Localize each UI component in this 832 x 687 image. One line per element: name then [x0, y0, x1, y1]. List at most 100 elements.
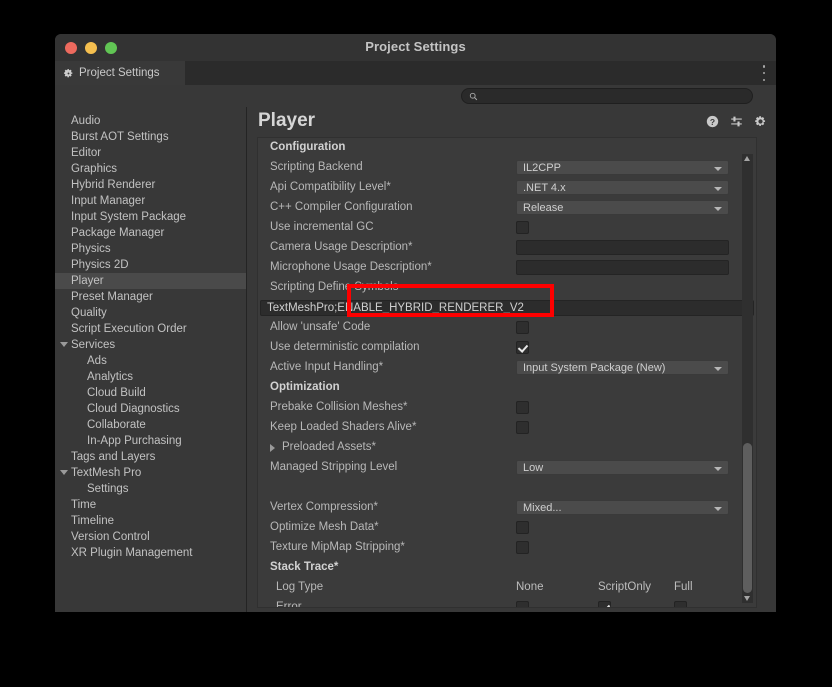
sidebar-item-timeline[interactable]: Timeline — [55, 513, 246, 529]
dropdown-scripting-backend[interactable]: IL2CPP — [516, 160, 729, 175]
setting-row-preloaded-assets: Preloaded Assets* — [258, 438, 756, 458]
checkbox-use-deterministic-compilation[interactable] — [516, 341, 529, 354]
sidebar-item-ads[interactable]: Ads — [55, 353, 246, 369]
column-header-none: None — [516, 581, 544, 593]
search-input[interactable] — [481, 90, 731, 102]
sidebar-item-audio[interactable]: Audio — [55, 113, 246, 129]
sidebar-item-quality[interactable]: Quality — [55, 305, 246, 321]
sidebar-item-input-system-package[interactable]: Input System Package — [55, 209, 246, 225]
checkbox-prebake-collision-meshes[interactable] — [516, 401, 529, 414]
sidebar-item-version-control[interactable]: Version Control — [55, 529, 246, 545]
sidebar-item-label: Input Manager — [71, 195, 146, 207]
checkbox-keep-loaded-shaders-alive[interactable] — [516, 421, 529, 434]
tab-label: Project Settings — [79, 67, 160, 79]
sidebar-item-hybrid-renderer[interactable]: Hybrid Renderer — [55, 177, 246, 193]
sidebar-item-script-execution-order[interactable]: Script Execution Order — [55, 321, 246, 337]
tab-project-settings[interactable]: Project Settings — [55, 61, 185, 85]
scroll-down-arrow[interactable] — [744, 596, 750, 601]
search-icon — [469, 92, 478, 100]
chevron-down-icon — [714, 187, 722, 191]
dropdown-managed-stripping-level[interactable]: Low — [516, 460, 729, 475]
checkbox-optimize-mesh-data[interactable] — [516, 521, 529, 534]
chevron-down-icon — [714, 367, 722, 371]
checkbox-texture-mipmap-stripping[interactable] — [516, 541, 529, 554]
sidebar-item-label: Audio — [71, 115, 101, 127]
dropdown-c-compiler-configuration[interactable]: Release — [516, 200, 729, 215]
sidebar-item-label: Services — [71, 339, 116, 351]
sidebar-item-label: Ads — [87, 355, 107, 367]
sidebar-item-package-manager[interactable]: Package Manager — [55, 225, 246, 241]
sidebar-item-player[interactable]: Player — [55, 273, 246, 289]
gear-icon[interactable] — [754, 115, 767, 128]
sidebar-item-preset-manager[interactable]: Preset Manager — [55, 289, 246, 305]
sidebar-item-label: Collaborate — [87, 419, 146, 431]
chevron-down-icon — [714, 167, 722, 171]
kebab-menu-icon[interactable] — [762, 65, 766, 81]
stack-trace-column-header: Log Type None ScriptOnly Full — [258, 578, 756, 598]
sidebar-item-collaborate[interactable]: Collaborate — [55, 417, 246, 433]
sidebar-item-settings[interactable]: Settings — [55, 481, 246, 497]
textfield-camera-usage-description[interactable] — [516, 240, 729, 255]
field-label: Allow 'unsafe' Code — [270, 321, 371, 333]
sidebar-item-label: XR Plugin Management — [71, 547, 193, 559]
search-box[interactable] — [461, 88, 753, 104]
field-label: C++ Compiler Configuration — [270, 201, 413, 213]
sidebar-item-cloud-build[interactable]: Cloud Build — [55, 385, 246, 401]
window-titlebar: Project Settings — [55, 34, 776, 61]
sidebar-item-tags-and-layers[interactable]: Tags and Layers — [55, 449, 246, 465]
page-title: Player — [258, 110, 316, 131]
sidebar-item-services[interactable]: Services — [55, 337, 246, 353]
gear-icon — [63, 68, 73, 77]
sidebar-item-graphics[interactable]: Graphics — [55, 161, 246, 177]
setting-row-error: Error — [258, 598, 756, 607]
svg-text:?: ? — [710, 117, 715, 127]
scroll-up-arrow[interactable] — [744, 156, 750, 161]
sidebar-item-time[interactable]: Time — [55, 497, 246, 513]
panel-scrollbar[interactable] — [742, 154, 753, 603]
scrollbar-thumb[interactable] — [743, 443, 752, 593]
dropdown-value: Mixed... — [523, 502, 562, 514]
chevron-down-icon — [714, 507, 722, 511]
checkbox-use-incremental-gc[interactable] — [516, 221, 529, 234]
stack-trace-checkbox-full[interactable] — [674, 601, 687, 607]
sidebar-item-physics-2d[interactable]: Physics 2D — [55, 257, 246, 273]
settings-panel: Configuration Scripting Backend IL2CPP Api … — [257, 137, 757, 608]
sidebar-item-label: Time — [71, 499, 97, 511]
stack-trace-checkbox-none[interactable] — [516, 601, 529, 607]
dropdown-value: IL2CPP — [523, 162, 561, 174]
dropdown-vertex-compression[interactable]: Mixed... — [516, 500, 729, 515]
sidebar-item-label: Analytics — [87, 371, 134, 383]
setting-row-use-deterministic-compilation: Use deterministic compilation — [258, 338, 756, 358]
sidebar-item-physics[interactable]: Physics — [55, 241, 246, 257]
search-row — [55, 85, 776, 107]
sidebar-item-textmesh-pro[interactable]: TextMesh Pro — [55, 465, 246, 481]
sidebar-item-burst-aot-settings[interactable]: Burst AOT Settings — [55, 129, 246, 145]
chevron-right-icon[interactable] — [270, 444, 275, 452]
setting-row-use-incremental-gc: Use incremental GC — [258, 218, 756, 238]
window-title: Project Settings — [365, 39, 466, 54]
field-label: Prebake Collision Meshes* — [270, 401, 408, 413]
dropdown-active-input-handling[interactable]: Input System Package (New) — [516, 360, 729, 375]
help-icon[interactable]: ? — [706, 115, 719, 128]
sidebar-item-editor[interactable]: Editor — [55, 145, 246, 161]
sidebar-item-analytics[interactable]: Analytics — [55, 369, 246, 385]
textfield-microphone-usage-description[interactable] — [516, 260, 729, 275]
sidebar-item-cloud-diagnostics[interactable]: Cloud Diagnostics — [55, 401, 246, 417]
setting-row-vertex-compression: Vertex Compression* Mixed... — [258, 498, 756, 518]
setting-row-microphone-usage-description: Microphone Usage Description* — [258, 258, 756, 278]
page-header-icons: ? — [706, 115, 767, 128]
dropdown-api-compatibility-level[interactable]: .NET 4.x — [516, 180, 729, 195]
stack-trace-checkbox-scriptonly[interactable] — [598, 601, 611, 607]
sidebar-item-label: Quality — [71, 307, 107, 319]
preset-icon[interactable] — [730, 115, 743, 128]
setting-row-managed-stripping-level: Managed Stripping Level Low — [258, 458, 756, 478]
sidebar-item-in-app-purchasing[interactable]: In-App Purchasing — [55, 433, 246, 449]
checkbox-allow-unsafe-code[interactable] — [516, 321, 529, 334]
sidebar-item-xr-plugin-management[interactable]: XR Plugin Management — [55, 545, 246, 561]
chevron-down-icon[interactable] — [60, 470, 68, 475]
sidebar-item-label: Editor — [71, 147, 102, 159]
sidebar-item-label: Tags and Layers — [71, 451, 156, 463]
sidebar-item-label: Cloud Build — [87, 387, 146, 399]
sidebar-item-input-manager[interactable]: Input Manager — [55, 193, 246, 209]
chevron-down-icon[interactable] — [60, 342, 68, 347]
